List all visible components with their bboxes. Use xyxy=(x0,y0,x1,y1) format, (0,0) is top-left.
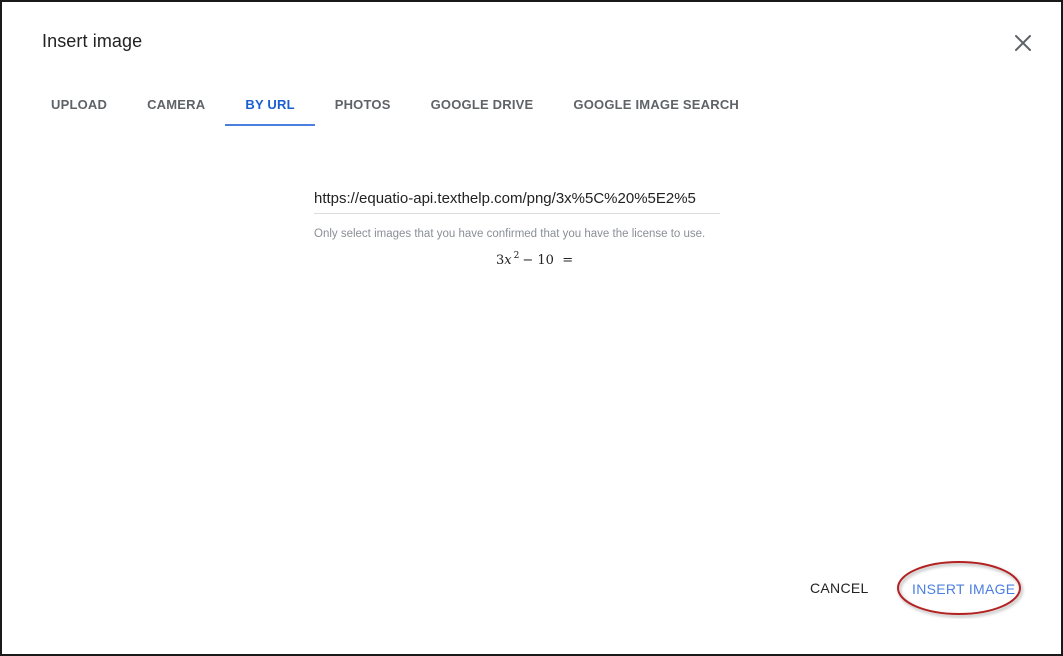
tab-bar: UPLOAD CAMERA BY URL PHOTOS GOOGLE DRIVE… xyxy=(31,82,759,126)
close-icon xyxy=(1015,35,1031,51)
cancel-button[interactable]: CANCEL xyxy=(810,580,869,596)
preview-exponent: 2 xyxy=(513,251,520,261)
tab-by-url[interactable]: BY URL xyxy=(225,82,316,126)
tab-camera[interactable]: CAMERA xyxy=(127,82,225,126)
license-note: Only select images that you have confirm… xyxy=(314,228,706,240)
tab-photos[interactable]: PHOTOS xyxy=(315,82,411,126)
tab-google-image-search[interactable]: GOOGLE IMAGE SEARCH xyxy=(553,82,759,126)
tab-google-drive[interactable]: GOOGLE DRIVE xyxy=(411,82,554,126)
image-url-input[interactable]: https://equatio-api.texthelp.com/png/3x%… xyxy=(314,186,720,214)
dialog-title: Insert image xyxy=(42,31,143,51)
tab-upload[interactable]: UPLOAD xyxy=(31,82,127,126)
insert-image-dialog: Insert image UPLOAD CAMERA BY URL PHOTOS… xyxy=(0,0,1063,656)
preview-variable: x xyxy=(504,253,512,268)
highlight-ellipse-annotation xyxy=(897,561,1021,615)
close-button[interactable] xyxy=(1008,28,1038,58)
image-preview: 3x 2− 10 = xyxy=(496,251,573,268)
preview-remainder: − 10 = xyxy=(522,253,574,268)
